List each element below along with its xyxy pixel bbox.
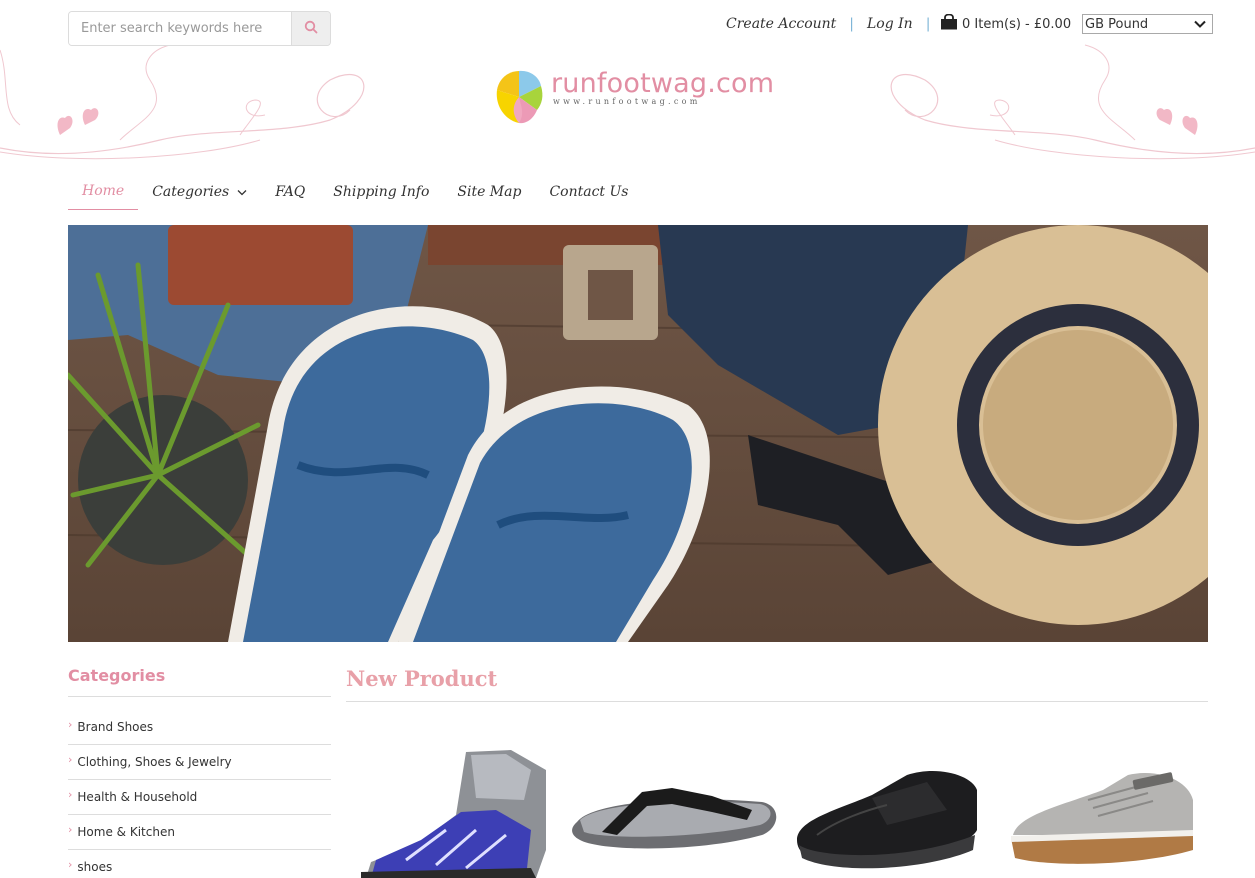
nav-label: Contact Us xyxy=(549,184,629,200)
category-label: Clothing, Shoes & Jewelry xyxy=(77,755,232,769)
category-label: Health & Household xyxy=(77,790,198,804)
nav-item-contact-us[interactable]: Contact Us xyxy=(535,184,642,210)
main-nav: Home Categories FAQ Shipping Info Site M… xyxy=(68,176,642,210)
new-product-title: New Product xyxy=(346,666,1208,702)
nav-item-home[interactable]: Home xyxy=(68,183,139,210)
sidebar-title: Categories xyxy=(68,666,331,697)
chevron-right-icon: › xyxy=(68,787,73,801)
product-card[interactable] xyxy=(562,740,778,878)
category-list: › Brand Shoes › Clothing, Shoes & Jewelry … xyxy=(68,710,331,878)
category-item-clothing[interactable]: › Clothing, Shoes & Jewelry xyxy=(68,745,331,780)
account-links: Create Account | Log In | xyxy=(726,13,943,35)
logo-text: runfootwag.com xyxy=(551,68,775,99)
cart-summary: 0 Item(s) - £0.00 xyxy=(962,16,1072,32)
nav-item-shipping-info[interactable]: Shipping Info xyxy=(319,184,443,210)
category-label: Home & Kitchen xyxy=(77,825,175,839)
logo-mark-icon xyxy=(496,70,543,124)
currency-selected: GB Pound xyxy=(1085,16,1149,32)
category-item-shoes[interactable]: › shoes xyxy=(68,850,331,878)
nav-item-categories[interactable]: Categories xyxy=(138,184,261,210)
category-item-home-kitchen[interactable]: › Home & Kitchen xyxy=(68,815,331,850)
grey-sneaker-image xyxy=(1010,772,1193,864)
nav-label: Site Map xyxy=(457,184,522,200)
chevron-down-icon xyxy=(237,184,247,200)
header-decoration-right xyxy=(890,44,1255,160)
category-label: Brand Shoes xyxy=(77,720,154,734)
hero-banner[interactable] xyxy=(68,225,1208,642)
wrestling-shoe-image xyxy=(361,750,546,878)
nav-label: Categories xyxy=(152,184,230,200)
nav-item-faq[interactable]: FAQ xyxy=(261,184,319,210)
search-box xyxy=(68,11,331,46)
category-item-health[interactable]: › Health & Household xyxy=(68,780,331,815)
chevron-down-icon xyxy=(1194,17,1206,32)
chevron-right-icon: › xyxy=(68,752,73,766)
category-label: shoes xyxy=(77,860,113,874)
category-item-brand-shoes[interactable]: › Brand Shoes xyxy=(68,710,331,745)
product-card[interactable] xyxy=(777,740,993,878)
black-shoe-image xyxy=(797,770,977,869)
nav-item-site-map[interactable]: Site Map xyxy=(443,184,535,210)
product-card[interactable] xyxy=(993,740,1209,878)
hero-banner-image xyxy=(68,225,1208,642)
cart-link[interactable]: 0 Item(s) - £0.00 xyxy=(940,13,1071,35)
shopping-bag-icon xyxy=(940,13,962,34)
currency-select[interactable]: GB Pound xyxy=(1082,14,1213,34)
chevron-right-icon: › xyxy=(68,857,73,871)
nav-label: Home xyxy=(82,183,125,199)
log-in-link[interactable]: Log In xyxy=(867,16,913,32)
chevron-right-icon: › xyxy=(68,822,73,836)
link-separator: | xyxy=(925,16,931,32)
search-input[interactable] xyxy=(69,12,291,45)
header-decoration-left xyxy=(0,44,365,160)
flip-flop-image xyxy=(571,788,776,849)
product-grid xyxy=(346,740,1208,878)
site-logo[interactable]: runfootwag.com www.runfootwag.com xyxy=(495,68,774,126)
create-account-link[interactable]: Create Account xyxy=(726,16,836,32)
nav-label: Shipping Info xyxy=(333,184,430,200)
product-card[interactable] xyxy=(346,740,562,878)
link-separator: | xyxy=(849,16,854,32)
search-button[interactable] xyxy=(291,12,330,45)
chevron-right-icon: › xyxy=(68,717,73,731)
search-icon xyxy=(304,20,318,37)
nav-label: FAQ xyxy=(275,184,306,200)
